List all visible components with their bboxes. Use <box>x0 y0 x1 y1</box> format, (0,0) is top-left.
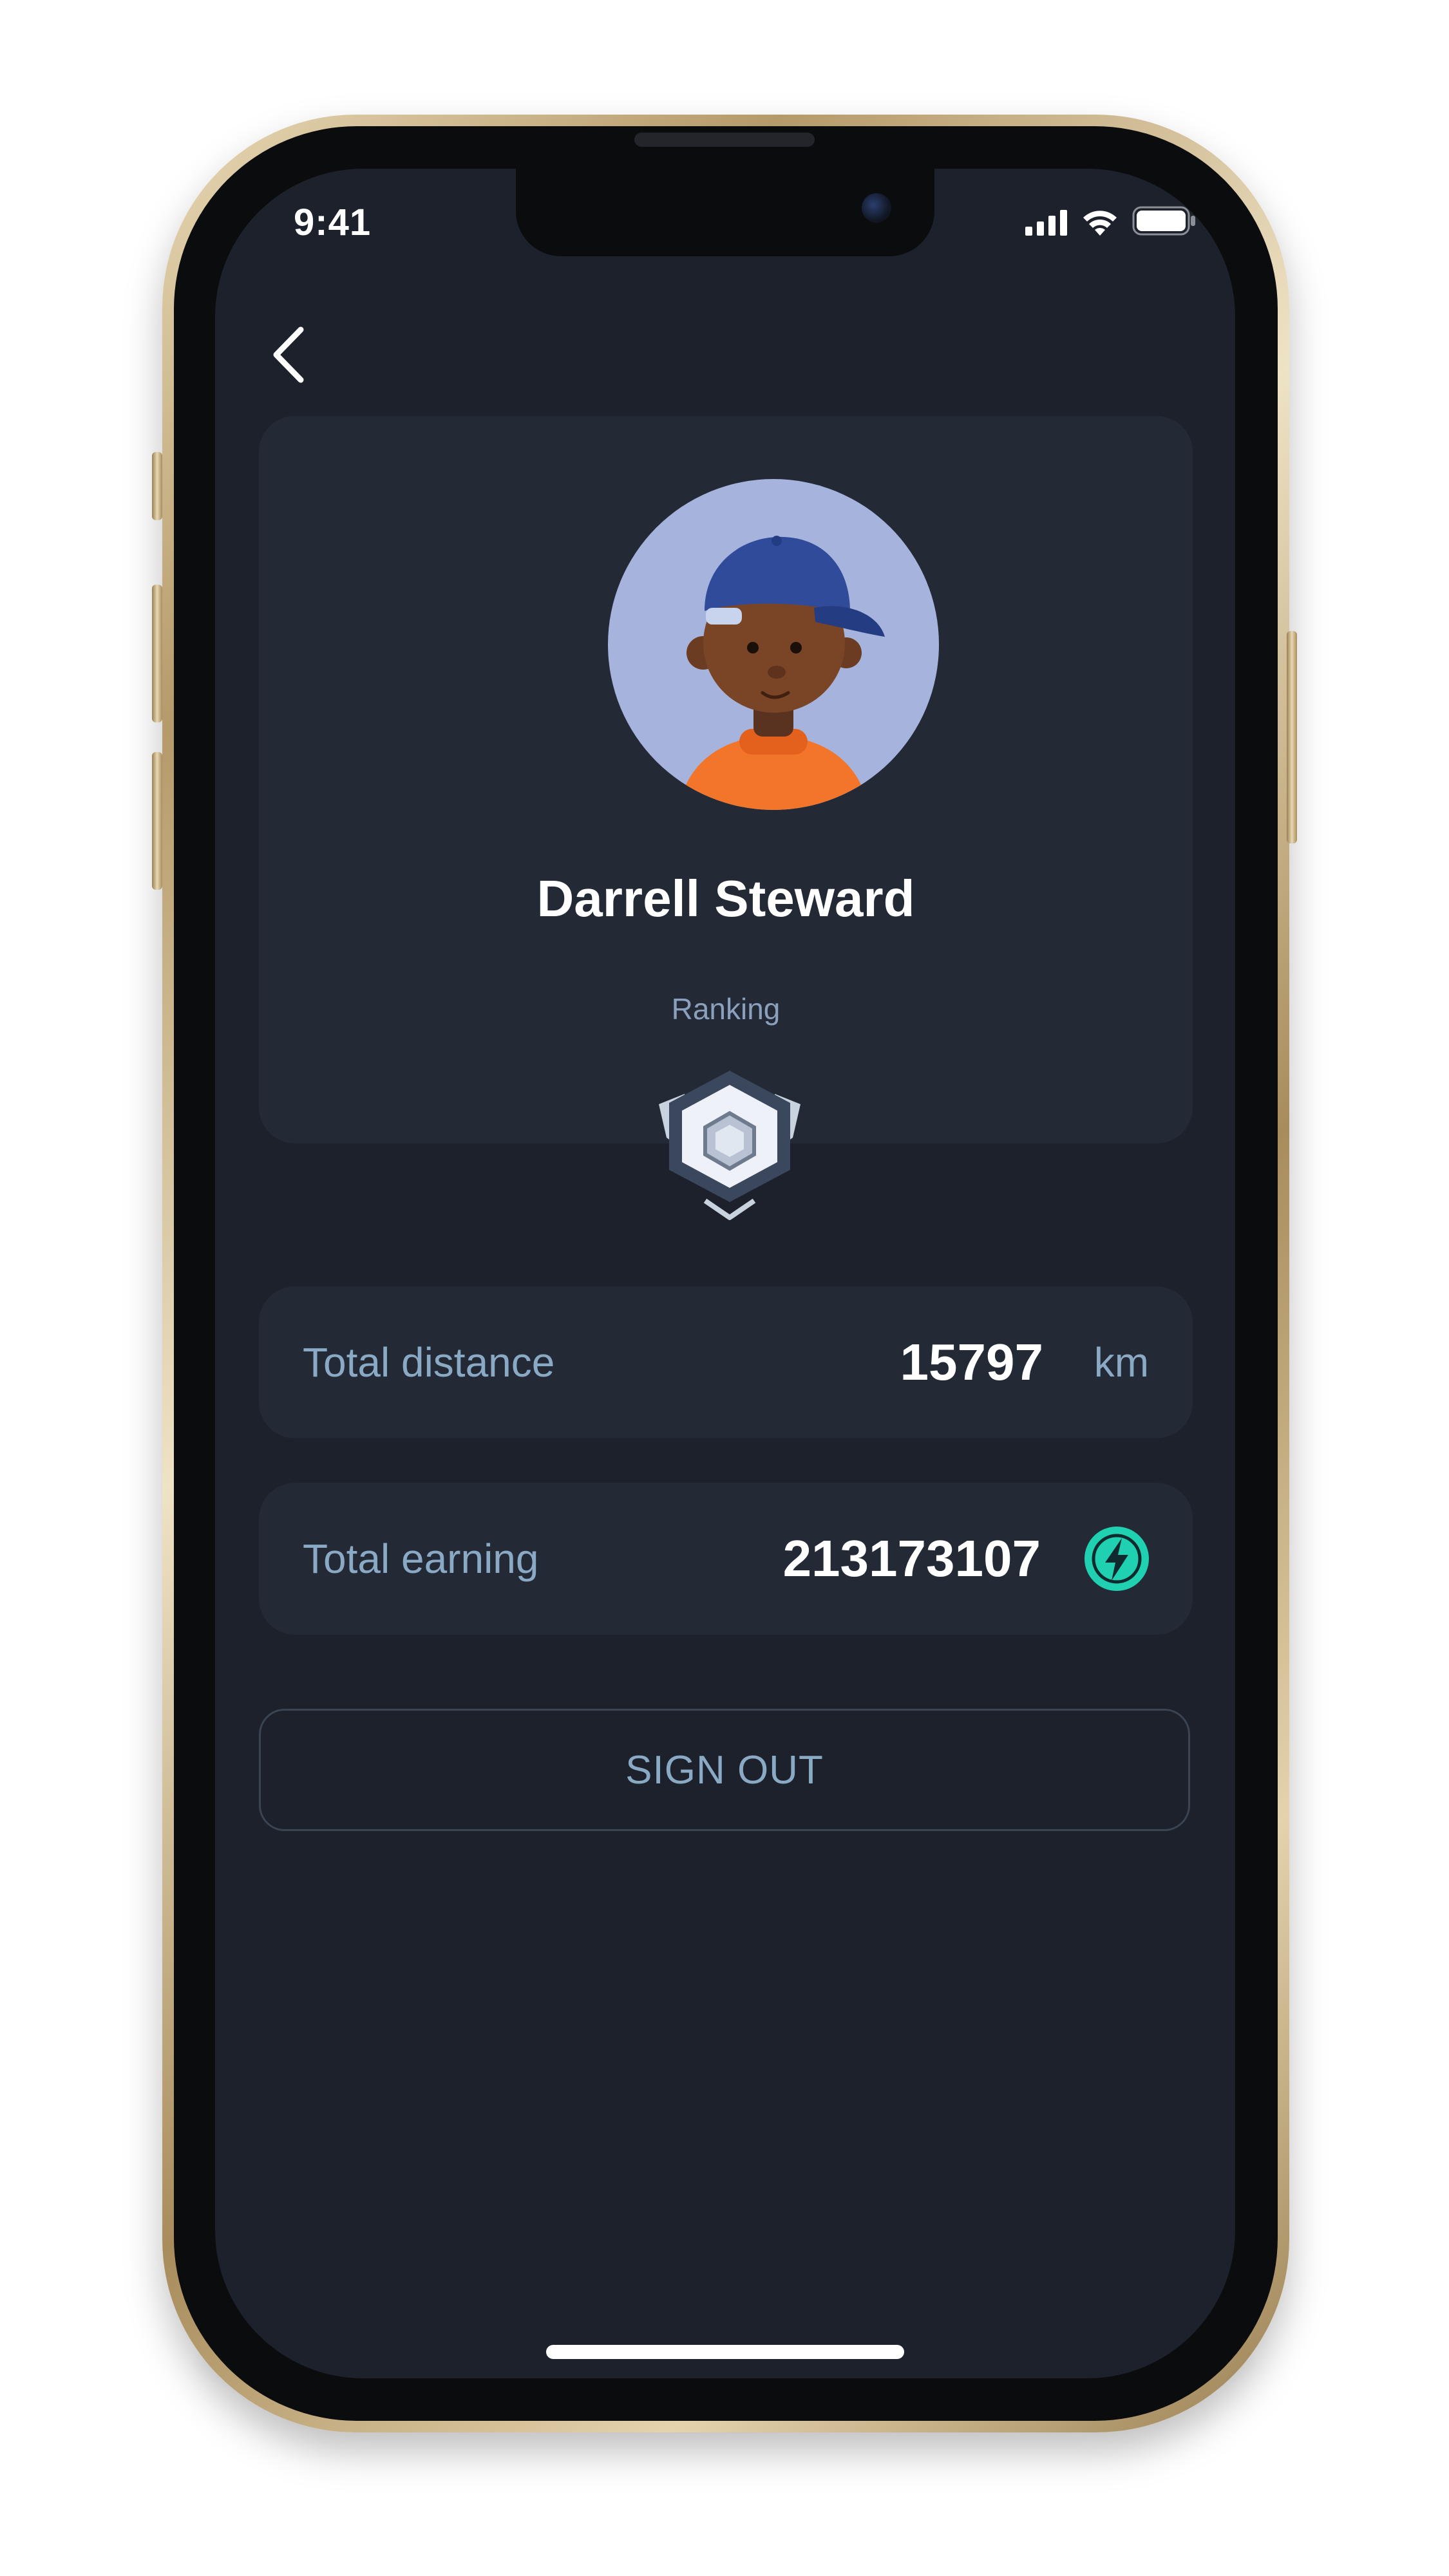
power-button <box>1287 631 1297 843</box>
total-distance-value: 15797 <box>900 1333 1043 1391</box>
home-indicator <box>546 2345 904 2359</box>
mute-switch <box>152 452 162 520</box>
total-earning-card: Total earning 213173107 <box>259 1483 1193 1635</box>
sign-out-button[interactable]: SIGN OUT <box>259 1709 1190 1831</box>
profile-name: Darrell Steward <box>536 870 915 927</box>
notch <box>516 169 934 256</box>
battery-icon <box>1132 206 1197 239</box>
wifi-icon <box>1081 207 1119 239</box>
cellular-signal-icon <box>1025 210 1068 239</box>
chevron-left-icon <box>270 326 308 387</box>
volume-up-button <box>152 585 162 722</box>
speaker-grille <box>634 133 815 147</box>
volume-down-button <box>152 752 162 890</box>
total-distance-card: Total distance 15797 km <box>259 1286 1193 1438</box>
ranking-label: Ranking <box>671 992 781 1026</box>
profile-card: Darrell Steward Ranking <box>259 416 1193 1143</box>
total-earning-value: 213173107 <box>782 1530 1041 1587</box>
status-time: 9:41 <box>294 202 372 243</box>
total-distance-label: Total distance <box>303 1339 555 1386</box>
app-screen: 9:41 Darrell Steward Ranking Total dista… <box>215 169 1235 2378</box>
avatar-illustration <box>679 536 885 810</box>
total-earning-label: Total earning <box>303 1536 539 1582</box>
distance-unit: km <box>1094 1339 1149 1386</box>
back-button[interactable] <box>260 321 318 391</box>
avatar <box>608 479 939 810</box>
device-mockup: 9:41 Darrell Steward Ranking Total dista… <box>0 0 1449 2576</box>
status-icons <box>1025 206 1197 239</box>
rank-badge-icon <box>647 1066 812 1230</box>
front-camera <box>862 193 891 223</box>
lightning-token-icon <box>1083 1525 1150 1592</box>
